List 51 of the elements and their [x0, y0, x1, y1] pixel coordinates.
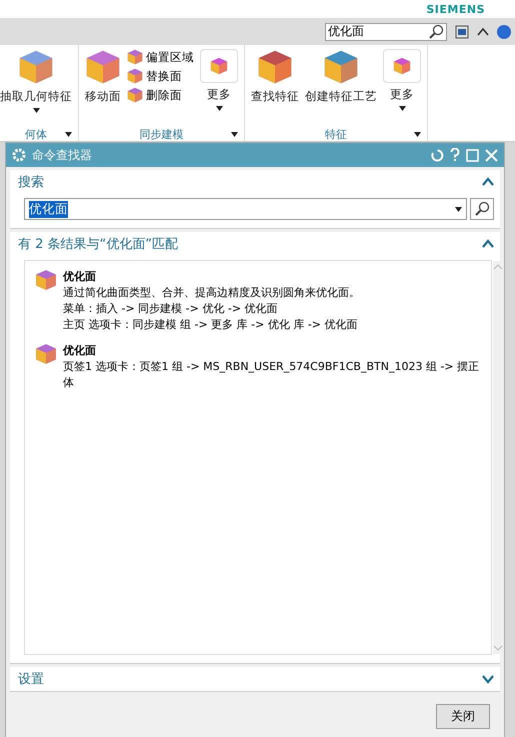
- close-icon[interactable]: [485, 148, 498, 162]
- gallery-button[interactable]: [383, 49, 421, 83]
- search-field[interactable]: 优化面: [325, 22, 447, 40]
- brand-logo: SIEMENS: [426, 2, 485, 16]
- result-item[interactable]: 优化面 通过简化曲面类型、合并、提高边精度及识别圆角来优化面。 菜单：插入 -> 同步建模 -> 优化 -> 优化面 主页 选项卡：同步建模 组 -> 更多 库 -> 优化 库 -> 优化面: [35, 269, 483, 333]
- reset-icon[interactable]: [431, 148, 444, 162]
- feature-icon: [323, 49, 359, 85]
- feature-icon: [257, 49, 293, 85]
- dialog-title: 命令查找器: [32, 146, 93, 164]
- close-button[interactable]: 关闭: [436, 704, 490, 729]
- collapse-icon[interactable]: [477, 26, 489, 36]
- feature-icon: [18, 49, 54, 85]
- ribbon-button[interactable]: 偏置区域: [127, 49, 194, 65]
- search-field[interactable]: 优化面: [24, 198, 467, 220]
- settings-icon: [12, 148, 26, 162]
- caret-icon[interactable]: [65, 132, 72, 136]
- ribbon-button[interactable]: 删除面: [127, 87, 194, 103]
- cube-icon: [127, 87, 143, 103]
- group-label: 特征: [325, 126, 347, 142]
- ribbon-button[interactable]: 替换面: [127, 68, 194, 84]
- more-label[interactable]: 更多: [390, 87, 414, 102]
- cube-icon: [127, 49, 143, 65]
- collapse-icon[interactable]: [482, 177, 494, 187]
- section-title: 有 2 条结果与“优化面”匹配: [18, 236, 178, 253]
- cube-icon: [210, 57, 228, 75]
- ribbon-button[interactable]: 创建特征工艺: [305, 49, 377, 127]
- ribbon-button[interactable]: 移动面: [85, 49, 121, 127]
- cube-icon: [393, 57, 411, 75]
- more-label[interactable]: 更多: [207, 87, 231, 102]
- caret-icon[interactable]: [231, 132, 238, 136]
- expand-icon[interactable]: [482, 674, 494, 684]
- fullscreen-icon[interactable]: [455, 24, 469, 38]
- maximize-icon[interactable]: [466, 148, 479, 162]
- search-button[interactable]: [470, 198, 494, 220]
- ribbon-button[interactable]: 查找特征: [251, 49, 299, 127]
- cube-icon: [127, 68, 143, 84]
- collapse-icon[interactable]: [482, 239, 494, 249]
- gallery-button[interactable]: [200, 49, 238, 83]
- search-icon[interactable]: [474, 201, 490, 217]
- command-icon: [35, 343, 57, 365]
- result-item[interactable]: 优化面 页签1 选项卡：页签1 组 -> MS_RBN_USER_574C9BF1CB_BTN_1023 组 -> 摆正体: [35, 343, 483, 391]
- feature-icon: [85, 49, 121, 85]
- section-title: 搜索: [18, 174, 44, 191]
- command-icon: [35, 269, 57, 291]
- section-title: 设置: [18, 671, 44, 688]
- dropdown-icon[interactable]: [455, 206, 462, 212]
- search-icon[interactable]: [428, 24, 444, 40]
- caret-icon[interactable]: [414, 132, 421, 136]
- ribbon-button[interactable]: 抽取几何特征: [0, 49, 72, 127]
- group-label: 何体: [25, 126, 47, 142]
- group-label: 同步建模: [140, 126, 184, 142]
